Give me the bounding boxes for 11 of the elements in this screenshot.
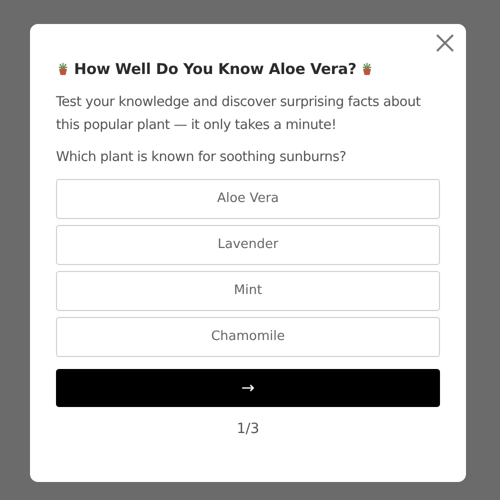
answer-option[interactable]: Lavender [56,224,440,265]
quiz-title: How Well Do You Know Aloe Vera? [74,59,356,80]
intro-text: Test your knowledge and discover surprising facts about this popular plant — it only takes a minute! [56,92,422,134]
potted-plant-icon [56,62,70,76]
progress-text: 1/3 [236,420,260,439]
question-text: Which plant is known for soothing sunburns? [56,148,348,166]
answer-option[interactable]: Mint [56,270,440,311]
answer-option[interactable]: Aloe Vera [56,178,440,219]
answer-option[interactable]: Chamomile [56,316,440,357]
next-button[interactable]: → [56,368,440,407]
close-icon[interactable] [434,32,456,54]
